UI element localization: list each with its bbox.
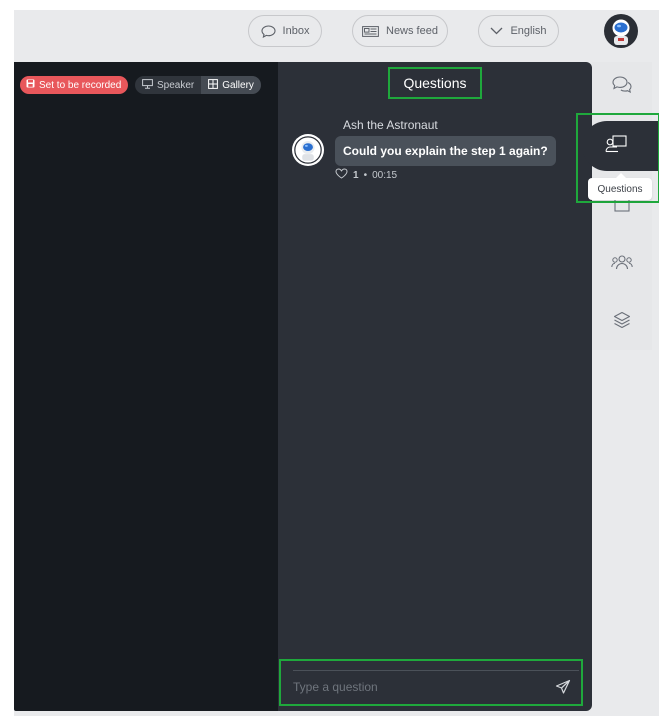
rail-item-questions[interactable]: Questions xyxy=(576,113,659,203)
language-select[interactable]: English xyxy=(478,15,559,47)
inbox-label: Inbox xyxy=(282,25,310,37)
gallery-view-label: Gallery xyxy=(222,79,254,91)
composer-divider xyxy=(293,670,579,671)
chevron-down-icon xyxy=(490,27,503,35)
user-avatar[interactable] xyxy=(604,14,638,48)
record-status-label: Set to be recorded xyxy=(39,79,122,91)
presentation-icon xyxy=(142,78,153,92)
chat-icon[interactable] xyxy=(606,68,638,100)
speaker-view-label: Speaker xyxy=(157,79,195,91)
top-bar: Inbox News feed English xyxy=(14,10,659,54)
panel-title: Questions xyxy=(388,67,482,99)
record-status-badge[interactable]: Set to be recorded xyxy=(20,76,129,94)
question-text: Could you explain the step 1 again? xyxy=(335,136,556,166)
author-avatar xyxy=(292,134,324,166)
newspaper-icon xyxy=(362,25,379,37)
people-icon[interactable] xyxy=(606,246,638,278)
news-feed-label: News feed xyxy=(386,25,438,37)
layers-icon[interactable] xyxy=(606,304,638,336)
video-stage: Set to be recorded Speaker Gallery xyxy=(14,62,278,711)
question-input[interactable] xyxy=(293,673,543,701)
question-meta: 1 • 00:15 xyxy=(335,168,397,182)
grid-icon xyxy=(208,78,219,92)
questions-icon xyxy=(605,134,627,158)
like-count: 1 xyxy=(353,169,359,181)
questions-tab-highlight xyxy=(582,121,658,171)
questions-panel: Questions Ash the Astronaut Could you ex… xyxy=(278,62,592,711)
chat-bubble-icon xyxy=(260,24,276,38)
question-composer xyxy=(279,659,583,706)
view-mode-toggle: Speaker Gallery xyxy=(135,76,261,94)
app-window: Inbox News feed English Set to be record… xyxy=(14,10,659,716)
floppy-disk-icon xyxy=(26,79,35,91)
question-time: 00:15 xyxy=(372,169,398,181)
questions-tooltip: Questions xyxy=(588,173,652,200)
send-icon[interactable] xyxy=(555,679,571,695)
side-rail xyxy=(592,62,652,350)
language-label: English xyxy=(510,25,547,37)
meta-separator: • xyxy=(363,169,368,181)
gallery-view-button[interactable]: Gallery xyxy=(201,76,261,94)
heart-icon[interactable] xyxy=(335,168,348,182)
news-feed-button[interactable]: News feed xyxy=(352,15,448,47)
inbox-button[interactable]: Inbox xyxy=(248,15,322,47)
speaker-view-button[interactable]: Speaker xyxy=(135,76,201,94)
question-author: Ash the Astronaut xyxy=(343,118,438,132)
